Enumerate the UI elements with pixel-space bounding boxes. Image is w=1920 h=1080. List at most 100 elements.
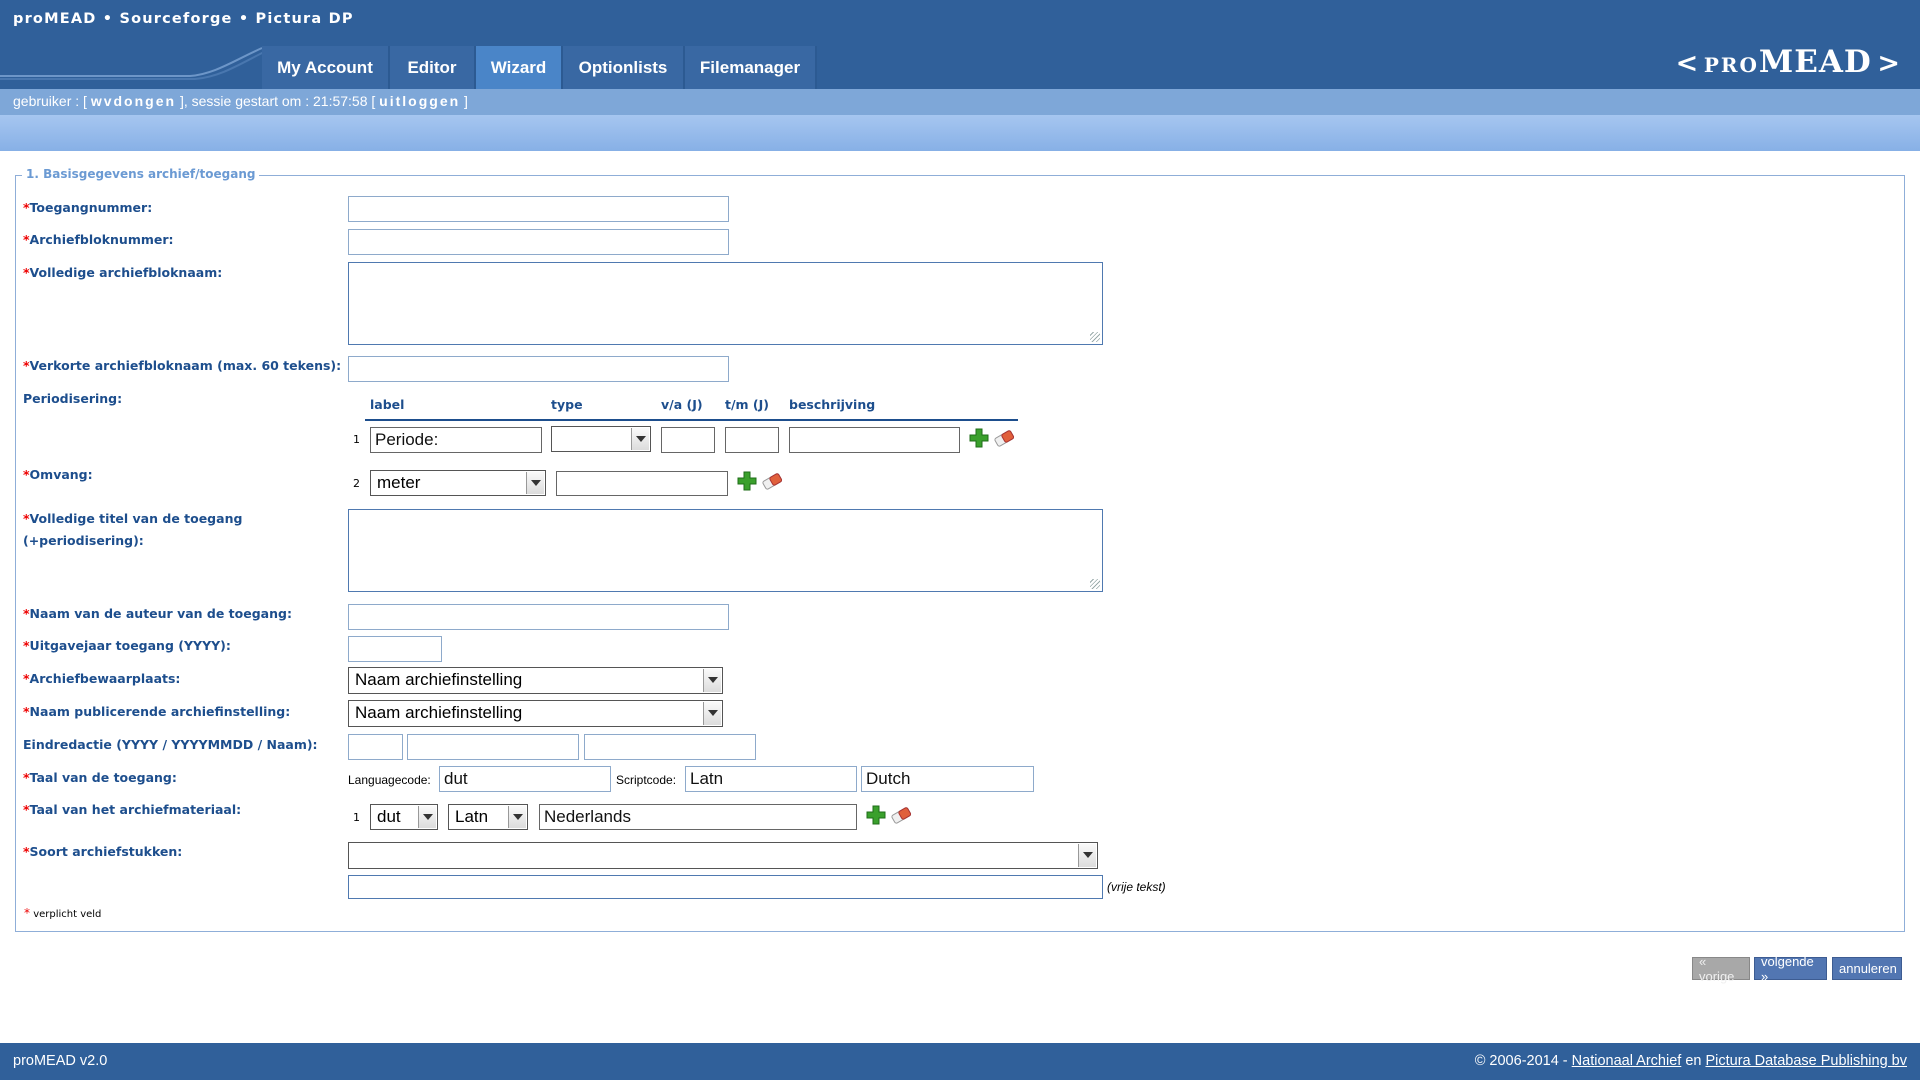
cancel-button[interactable]: annuleren <box>1832 957 1902 980</box>
logo-pro: PRO <box>1703 53 1759 77</box>
tab-my-account[interactable]: My Account <box>262 46 390 89</box>
label-uitgavejaar: *Uitgavejaar toegang (YYYY): <box>23 638 231 653</box>
site-links[interactable]: proMEAD • Sourceforge • Pictura DP <box>13 11 354 27</box>
col-header-beschrijving: beschrijving <box>789 397 876 412</box>
tab-filemanager[interactable]: Filemanager <box>685 46 817 89</box>
add-icon[interactable] <box>866 805 886 825</box>
session-info: ], sessie gestart om : 21:57:58 [ <box>176 93 380 109</box>
resize-grip[interactable] <box>1090 332 1100 342</box>
vrije-tekst-hint: (vrije tekst) <box>1107 880 1166 894</box>
logo-close-bracket: > <box>1877 48 1900 79</box>
sub-header-band <box>0 115 1920 151</box>
version-label: proMEAD v2.0 <box>13 1053 108 1069</box>
chevron-down-icon <box>530 479 541 486</box>
tab-editor[interactable]: Editor <box>390 46 476 89</box>
auteur-input[interactable] <box>348 604 729 630</box>
promead-logo: < PROMEAD > <box>1676 44 1900 80</box>
vrije-tekst-input[interactable] <box>348 875 1103 899</box>
user-suffix: ] <box>460 93 468 109</box>
taal-row-number: 1 <box>353 811 360 824</box>
label-soort-archiefstukken: *Soort archiefstukken: <box>23 844 183 859</box>
chevron-down-icon <box>422 813 433 820</box>
chevron-down-icon <box>635 435 646 442</box>
label-taal-toegang: *Taal van de toegang: <box>23 770 177 785</box>
archiefbloknummer-input[interactable] <box>348 229 729 255</box>
toegangnummer-input[interactable] <box>348 196 729 222</box>
next-button[interactable]: volgende » <box>1754 954 1827 984</box>
publicerende-archiefinstelling-select[interactable]: Naam archiefinstelling <box>348 700 723 727</box>
taal-script-select[interactable]: Latn <box>448 804 528 830</box>
logout-link[interactable]: uitloggen <box>379 93 460 109</box>
user-prefix: gebruiker : [ <box>13 93 91 109</box>
chevron-down-icon <box>512 813 523 820</box>
logo-mead: MEAD <box>1758 44 1872 80</box>
taal-lang-select[interactable]: dut <box>370 804 438 830</box>
volledige-titel-textarea[interactable] <box>348 509 1103 592</box>
eindredactie-year-input[interactable] <box>348 734 403 760</box>
chevron-down-icon <box>707 677 718 683</box>
uitgavejaar-input[interactable] <box>348 636 442 662</box>
add-icon[interactable] <box>969 428 989 448</box>
label-taal-archiefmateriaal: *Taal van het archiefmateriaal: <box>23 802 242 817</box>
soort-archiefstukken-select[interactable] <box>348 842 1098 869</box>
periode-row-number: 1 <box>353 433 360 446</box>
periode-tm-input[interactable] <box>725 427 779 453</box>
archiefbewaarplaats-select[interactable]: Naam archiefinstelling <box>348 667 723 694</box>
eraser-icon[interactable] <box>760 472 784 490</box>
copyright: © 2006-2014 - Nationaal Archief en Pictu… <box>1474 1053 1907 1069</box>
required-note: * verplicht veld <box>24 906 102 920</box>
label-auteur: *Naam van de auteur van de toegang: <box>23 606 292 621</box>
omvang-value-input[interactable] <box>556 471 728 496</box>
previous-button[interactable]: « vorige <box>1692 954 1750 984</box>
scriptcode-input[interactable]: Latn <box>685 766 857 792</box>
label-omvang: *Omvang: <box>23 467 93 482</box>
scriptcode-label: Scriptcode: <box>616 773 677 787</box>
username: wvdongen <box>90 93 177 109</box>
languagecode-input[interactable]: dut <box>439 766 611 792</box>
omvang-row-number: 2 <box>353 477 360 490</box>
col-header-type: type <box>551 397 583 412</box>
label-publicerende-archiefinstelling: *Naam publicerende archiefinstelling: <box>23 704 291 719</box>
session-bar: gebruiker : [ wvdongen ], sessie gestart… <box>0 89 1920 115</box>
periode-type-select[interactable] <box>551 426 651 452</box>
pictura-link[interactable]: Pictura Database Publishing bv <box>1705 1053 1907 1069</box>
omvang-unit-select[interactable]: meter <box>370 470 546 496</box>
chevron-down-icon <box>1082 852 1093 858</box>
col-header-tm: t/m (J) <box>725 397 769 412</box>
eindredactie-name-input[interactable] <box>584 734 756 760</box>
label-periodisering: Periodisering: <box>23 391 123 406</box>
eindredactie-date-input[interactable] <box>407 734 579 760</box>
label-toegangnummer: *Toegangnummer: <box>23 200 153 215</box>
add-icon[interactable] <box>737 471 757 491</box>
nationaal-archief-link[interactable]: Nationaal Archief <box>1572 1053 1682 1069</box>
periode-label-input[interactable]: Periode: <box>370 427 542 453</box>
taal-name-input[interactable]: Nederlands <box>539 804 857 830</box>
chevron-down-icon <box>707 710 718 716</box>
label-eindredactie: Eindredactie (YYYY / YYYYMMDD / Naam): <box>23 737 318 752</box>
verkorte-archiefbloknaam-input[interactable] <box>348 356 729 382</box>
col-header-label: label <box>370 397 405 412</box>
fieldset-legend: 1. Basisgegevens archief/toegang <box>22 167 260 181</box>
label-archiefbloknummer: *Archiefbloknummer: <box>23 232 174 247</box>
resize-grip[interactable] <box>1090 579 1100 589</box>
label-archiefbewaarplaats: *Archiefbewaarplaats: <box>23 671 181 686</box>
eraser-icon[interactable] <box>889 806 913 824</box>
app-header: proMEAD • Sourceforge • Pictura DP My Ac… <box>0 0 1920 89</box>
swoosh-decoration <box>0 47 265 80</box>
label-volledige-titel-suffix: (+periodisering): <box>23 533 144 548</box>
table-header-rule <box>365 419 1018 421</box>
volledige-archiefbloknaam-textarea[interactable] <box>348 262 1103 345</box>
eraser-icon[interactable] <box>992 429 1016 447</box>
label-verkorte-archiefbloknaam: *Verkorte archiefbloknaam (max. 60 teken… <box>23 358 342 373</box>
app-footer: proMEAD v2.0 © 2006-2014 - Nationaal Arc… <box>0 1043 1920 1080</box>
language-name-input[interactable]: Dutch <box>861 766 1034 792</box>
logo-open-bracket: < <box>1675 48 1699 79</box>
periode-va-input[interactable] <box>661 427 715 453</box>
languagecode-label: Languagecode: <box>348 773 431 787</box>
tab-wizard[interactable]: Wizard <box>476 46 563 89</box>
main-nav: My Account Editor Wizard Optionlists Fil… <box>262 46 817 89</box>
periode-beschrijving-input[interactable] <box>789 427 960 453</box>
tab-optionlists[interactable]: Optionlists <box>563 46 685 89</box>
label-volledige-archiefbloknaam: *Volledige archiefbloknaam: <box>23 265 223 280</box>
label-volledige-titel: *Volledige titel van de toegang <box>23 511 243 526</box>
